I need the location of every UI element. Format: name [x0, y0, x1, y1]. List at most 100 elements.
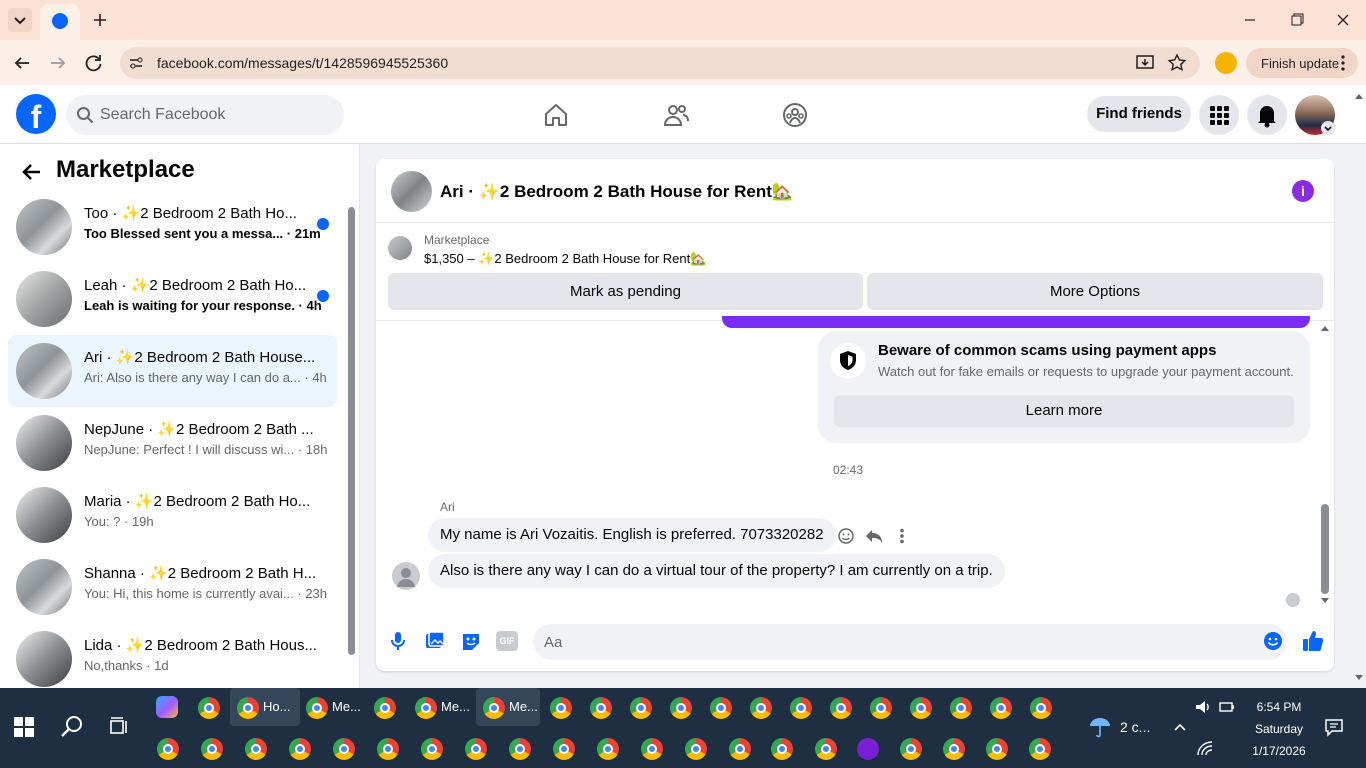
mark-as-pending-button[interactable]: Mark as pending [388, 273, 863, 310]
find-friends-button[interactable]: Find friends [1087, 96, 1191, 132]
page-scroll-up[interactable] [1354, 92, 1364, 100]
attach-photo-button[interactable] [424, 630, 446, 652]
chrome-taskbar-icon[interactable] [950, 697, 972, 719]
browser-menu-icon[interactable] [1340, 54, 1346, 72]
info-icon[interactable]: i [1292, 180, 1314, 202]
gif-button[interactable]: GIF [496, 631, 518, 651]
chrome-taskbar-icon[interactable] [245, 738, 267, 760]
chrome-taskbar-icon[interactable] [415, 697, 437, 719]
like-button[interactable] [1301, 629, 1325, 653]
page-scroll-down[interactable] [1354, 674, 1364, 682]
chrome-taskbar-icon[interactable] [1029, 738, 1051, 760]
browser-tab-facebook[interactable] [40, 4, 80, 40]
menu-grid-button[interactable] [1199, 95, 1239, 135]
listing-price[interactable]: $1,350 – ✨2 Bedroom 2 Bath House for Ren… [424, 251, 706, 267]
chat-title[interactable]: Ari · ✨2 Bedroom 2 Bath House for Rent🏡 [440, 182, 793, 202]
tab-list-button[interactable] [8, 8, 32, 32]
chrome-taskbar-icon[interactable] [870, 697, 892, 719]
conversation-item-nepjune[interactable]: NepJune · ✨2 Bedroom 2 Bath ... NepJune:… [8, 407, 337, 479]
volume-icon[interactable] [1194, 698, 1212, 716]
chrome-taskbar-icon[interactable] [289, 738, 311, 760]
weather-text[interactable]: 2 c... [1120, 719, 1150, 735]
chrome-taskbar-icon[interactable] [465, 738, 487, 760]
chrome-taskbar-icon[interactable] [790, 697, 812, 719]
chrome-taskbar-icon[interactable] [237, 697, 259, 719]
groups-nav-button[interactable] [781, 101, 809, 129]
new-tab-button[interactable] [88, 8, 112, 32]
extension-icon[interactable] [1215, 52, 1237, 74]
scrollbar-thumb[interactable] [348, 207, 355, 655]
chrome-taskbar-icon[interactable] [201, 738, 223, 760]
chrome-taskbar-icon[interactable] [377, 738, 399, 760]
mask-app-icon[interactable] [857, 738, 879, 760]
scroll-down-arrow[interactable] [1320, 597, 1330, 605]
react-emoji-icon[interactable] [837, 527, 855, 545]
chrome-taskbar-icon[interactable] [750, 697, 772, 719]
voice-clip-button[interactable] [388, 630, 408, 652]
chrome-taskbar-icon[interactable] [306, 697, 328, 719]
conversation-item-too[interactable]: Too · ✨2 Bedroom 2 Bath Ho... Too Blesse… [8, 191, 337, 263]
task-view-button[interactable] [108, 716, 130, 738]
listing-thumbnail[interactable] [388, 236, 412, 260]
received-message[interactable]: My name is Ari Vozaitis. English is pref… [428, 518, 836, 552]
network-icon[interactable] [1196, 740, 1214, 756]
chrome-taskbar-icon[interactable] [943, 738, 965, 760]
chrome-taskbar-icon[interactable] [333, 738, 355, 760]
home-nav-button[interactable] [542, 101, 570, 129]
chrome-taskbar-icon[interactable] [986, 738, 1008, 760]
more-options-button[interactable]: More Options [867, 273, 1323, 310]
emoji-button[interactable] [1263, 631, 1283, 651]
chrome-taskbar-icon[interactable] [710, 697, 732, 719]
forward-button[interactable] [46, 51, 70, 75]
install-app-icon[interactable] [1134, 52, 1156, 74]
back-button[interactable] [10, 51, 34, 75]
search-taskbar-button[interactable] [60, 715, 84, 739]
chrome-taskbar-icon[interactable] [553, 738, 575, 760]
sticker-button[interactable] [460, 630, 482, 652]
start-button[interactable] [14, 717, 34, 737]
learn-more-button[interactable]: Learn more [834, 395, 1294, 427]
chrome-taskbar-icon[interactable] [670, 697, 692, 719]
chrome-taskbar-icon[interactable] [483, 697, 505, 719]
battery-icon[interactable] [1218, 698, 1236, 716]
scroll-up-arrow[interactable] [1320, 324, 1330, 332]
received-message[interactable]: Also is there any way I can do a virtual… [428, 554, 1005, 588]
conversation-item-ari[interactable]: Ari · ✨2 Bedroom 2 Bath House... Ari: Al… [8, 335, 337, 407]
conversation-item-maria[interactable]: Maria · ✨2 Bedroom 2 Bath Ho... You: ? ·… [8, 479, 337, 551]
chrome-taskbar-icon[interactable] [157, 738, 179, 760]
sender-avatar[interactable] [392, 562, 420, 590]
chrome-taskbar-icon[interactable] [771, 738, 793, 760]
chrome-taskbar-icon[interactable] [550, 697, 572, 719]
conversation-item-lida[interactable]: Lida · ✨2 Bedroom 2 Bath Hous... No,than… [8, 623, 337, 695]
facebook-logo[interactable]: f [16, 94, 56, 134]
back-arrow-button[interactable] [20, 160, 44, 184]
friends-nav-button[interactable] [662, 101, 690, 129]
show-hidden-icons-button[interactable] [1172, 719, 1188, 735]
chat-scrollbar-thumb[interactable] [1321, 504, 1329, 594]
minimize-button[interactable] [1238, 8, 1262, 32]
chrome-taskbar-icon[interactable] [421, 738, 443, 760]
reload-button[interactable] [82, 51, 106, 75]
chrome-taskbar-icon[interactable] [630, 697, 652, 719]
chrome-taskbar-icon[interactable] [729, 738, 751, 760]
chrome-taskbar-icon[interactable] [597, 738, 619, 760]
chrome-taskbar-icon[interactable] [815, 738, 837, 760]
notification-center-button[interactable] [1324, 717, 1344, 737]
bookmark-star-icon[interactable] [1166, 52, 1188, 74]
chrome-taskbar-icon[interactable] [685, 738, 707, 760]
chrome-taskbar-icon[interactable] [509, 738, 531, 760]
chrome-taskbar-icon[interactable] [990, 697, 1012, 719]
chrome-taskbar-icon[interactable] [641, 738, 663, 760]
weather-icon[interactable] [1088, 716, 1112, 738]
chrome-taskbar-icon[interactable] [900, 738, 922, 760]
site-info-icon[interactable] [126, 53, 146, 73]
message-input[interactable] [533, 624, 1287, 660]
copilot-icon[interactable] [156, 696, 178, 718]
more-actions-icon[interactable] [897, 528, 907, 544]
conversation-item-leah[interactable]: Leah · ✨2 Bedroom 2 Bath Ho... Leah is w… [8, 263, 337, 335]
close-window-button[interactable] [1331, 8, 1355, 32]
chrome-taskbar-icon[interactable] [830, 697, 852, 719]
conversation-item-shanna[interactable]: Shanna · ✨2 Bedroom 2 Bath H... You: Hi,… [8, 551, 337, 623]
chrome-taskbar-icon[interactable] [1030, 697, 1052, 719]
chat-avatar[interactable] [391, 171, 432, 212]
